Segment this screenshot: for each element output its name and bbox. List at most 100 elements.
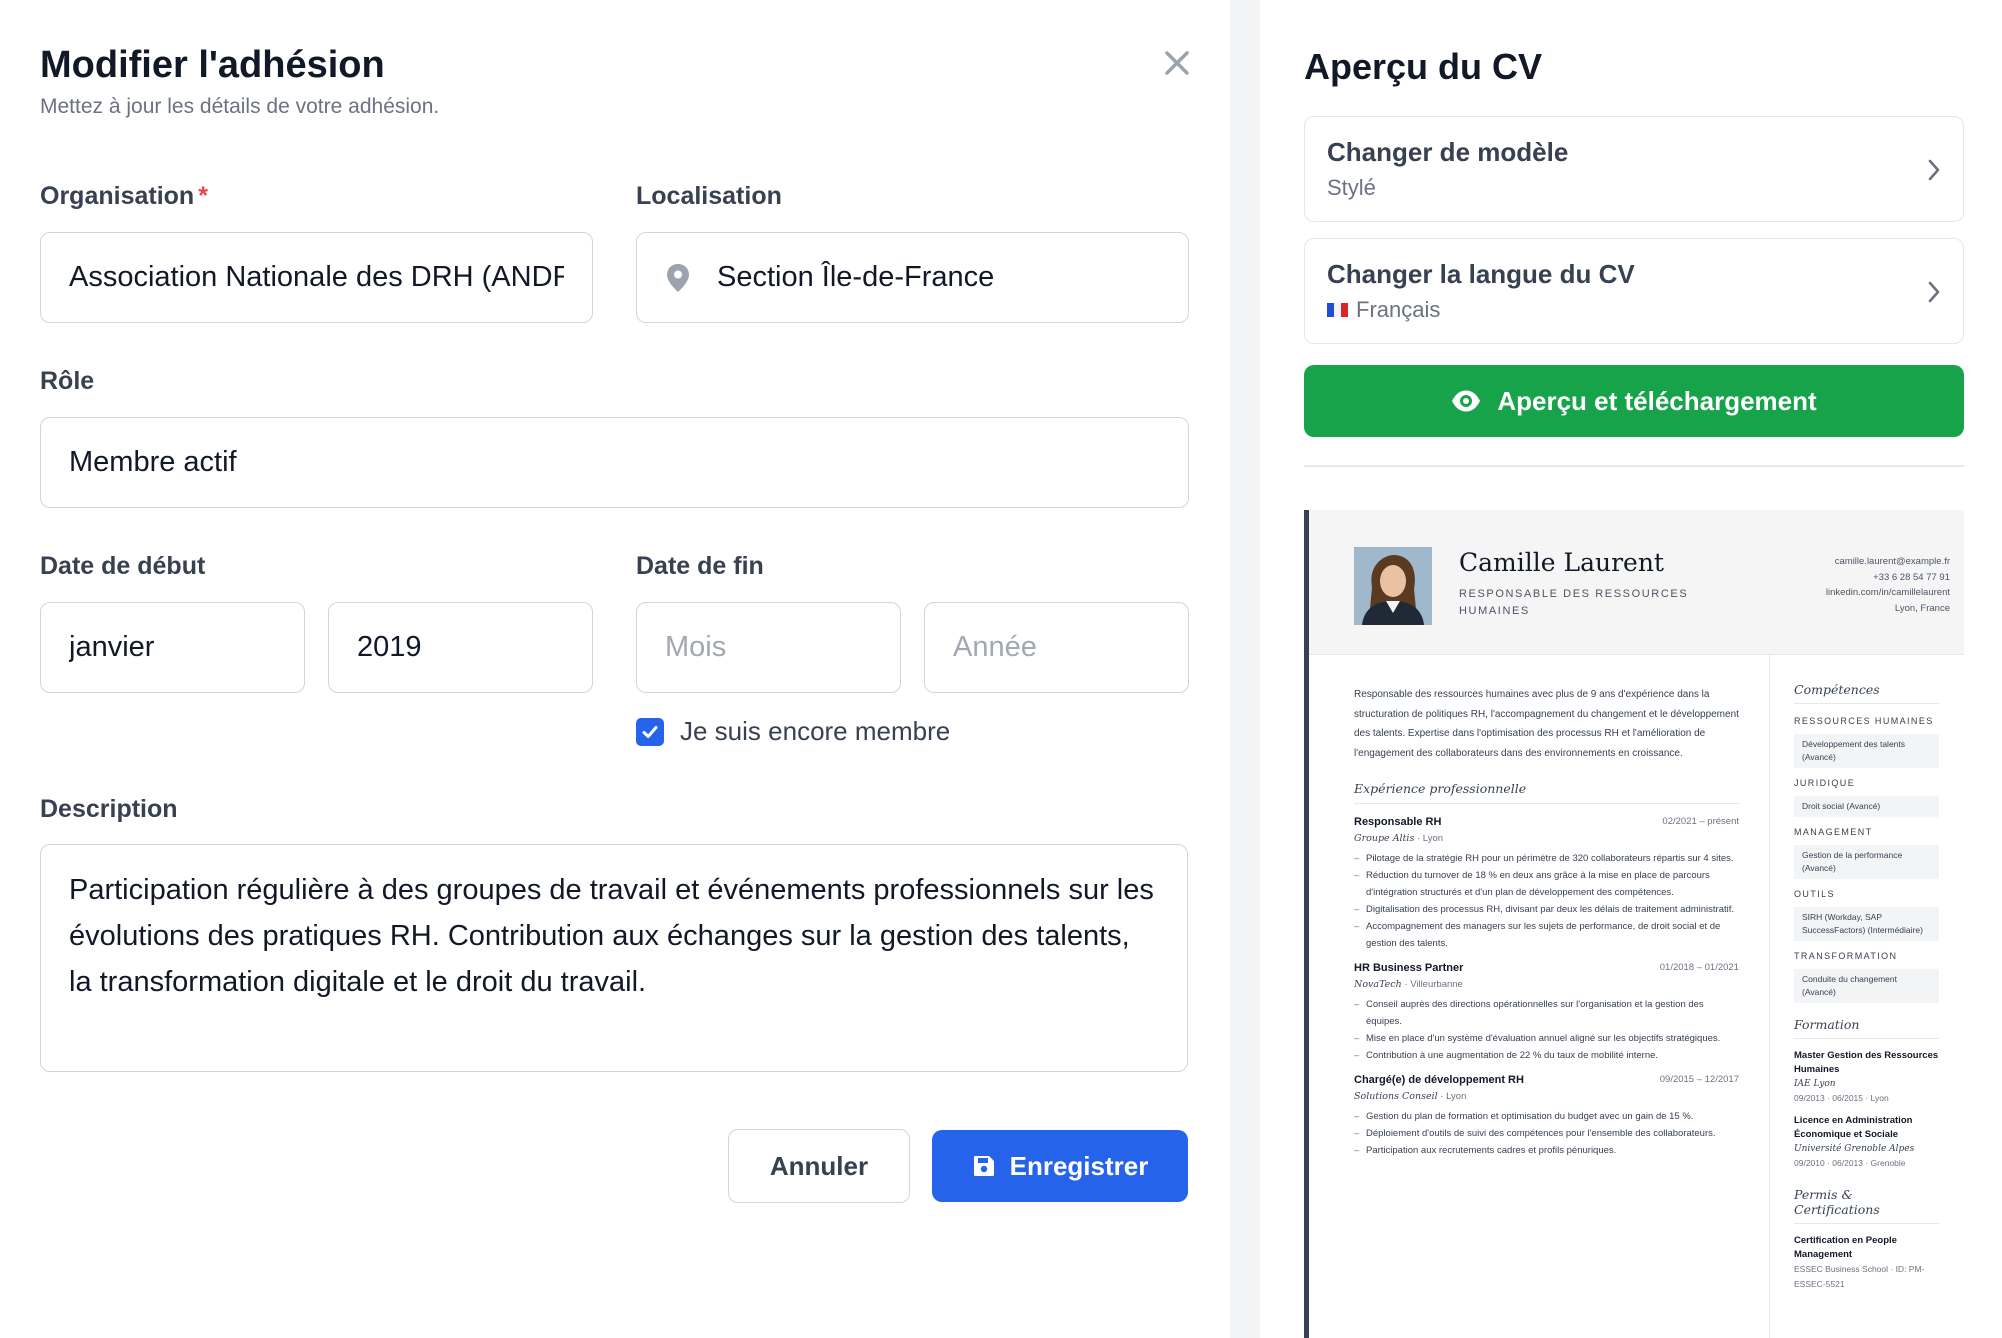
still-member-label: Je suis encore membre — [680, 716, 951, 746]
cv-company-city: Lyon — [1446, 1091, 1467, 1102]
save-button[interactable]: Enregistrer — [932, 1130, 1188, 1202]
cv-skill-category: OUTILS — [1794, 889, 1835, 899]
cv-location: Lyon, France — [1894, 602, 1950, 614]
edit-membership-form: Modifier l'adhésion Mettez à jour les dé… — [0, 0, 1230, 1338]
cv-job-title: RESPONSABLE DES RESSOURCES HUMAINES — [1459, 588, 1689, 617]
cv-jobs-list: Responsable RH 02/2021 – présent Groupe Al… — [1354, 816, 1739, 1159]
cv-job-role: Chargé(e) de développement RH — [1354, 1074, 1524, 1086]
location-input[interactable]: Section Île-de-France — [636, 232, 1189, 323]
role-label: Rôle — [40, 367, 95, 395]
cv-education-dates: 09/2010 · 06/2013 · Grenoble — [1794, 1158, 1906, 1168]
cv-job-dates: 02/2021 – présent — [1662, 816, 1739, 827]
cv-bullet: Contribution à une augmentation de 22 % … — [1354, 1047, 1739, 1064]
cv-sidebar: Compétences RESSOURCES HUMAINES Développe… — [1794, 682, 1939, 1292]
checkmark-icon — [642, 725, 658, 738]
cancel-button[interactable]: Annuler — [728, 1129, 910, 1203]
still-member-checkbox[interactable] — [636, 717, 664, 746]
cv-skill-chip: Développement des talents (Avancé) — [1794, 734, 1939, 768]
chevron-right-icon — [1928, 281, 1940, 303]
chevron-right-icon — [1928, 159, 1940, 181]
cv-bullet: Gestion du plan de formation et optimisa… — [1354, 1108, 1739, 1125]
end-month-select[interactable]: Mois — [636, 602, 901, 693]
cv-cert-detail: ESSEC Business School · ID: PM-ESSEC-552… — [1794, 1264, 1925, 1289]
start-date-label: Date de début — [40, 552, 206, 580]
cv-job-role: HR Business Partner — [1354, 962, 1464, 974]
still-member-checkbox-row[interactable]: Je suis encore membre — [636, 716, 950, 747]
cv-contact: camille.laurent@example.fr +33 6 28 54 7… — [1826, 554, 1950, 616]
cv-phone: +33 6 28 54 77 91 — [1873, 571, 1950, 583]
cv-job-header: Responsable RH 02/2021 – présent — [1354, 816, 1739, 828]
cv-bullet: Pilotage de la stratégie RH pour un péri… — [1354, 850, 1739, 867]
preview-divider — [1304, 465, 1964, 467]
cv-job-dates: 09/2015 – 12/2017 — [1659, 1074, 1739, 1085]
cv-experience-title: Expérience professionnelle — [1354, 781, 1739, 804]
cv-skill-chip: Conduite du changement (Avancé) — [1794, 969, 1939, 1003]
end-year-select[interactable]: Année — [924, 602, 1189, 693]
cv-company-name: Solutions Conseil — [1354, 1091, 1438, 1102]
template-value: Stylé — [1327, 175, 1376, 200]
cv-main-column: Responsable des ressources humaines avec… — [1354, 685, 1739, 1159]
cv-certs-list: Certification en People Management ESSEC … — [1794, 1234, 1939, 1292]
location-label: Localisation — [636, 182, 782, 210]
cv-skills-title: Compétences — [1794, 682, 1939, 704]
preview-download-button[interactable]: Aperçu et téléchargement — [1304, 365, 1964, 437]
cv-skill-category: JURIDIQUE — [1794, 778, 1856, 788]
cv-job-role: Responsable RH — [1354, 816, 1442, 828]
start-month-select[interactable]: janvier — [40, 602, 305, 693]
modal-subtitle: Mettez à jour les détails de votre adhés… — [40, 95, 440, 118]
cv-job-bullets: Conseil auprès des directions opérationn… — [1354, 996, 1739, 1064]
cv-education-list: Master Gestion des Ressources Humaines IA… — [1794, 1049, 1939, 1171]
cv-skill-category: RESSOURCES HUMAINES — [1794, 716, 1934, 726]
change-template-title: Changer de modèle — [1327, 137, 1569, 167]
cv-email: camille.laurent@example.fr — [1834, 556, 1950, 567]
description-textarea[interactable]: Participation régulière à des groupes de… — [40, 844, 1188, 1072]
cv-education-dates: 09/2013 · 06/2015 · Lyon — [1794, 1093, 1889, 1103]
change-language-card[interactable]: Changer la langue du CV Français — [1304, 238, 1964, 344]
cv-preview-panel: Aperçu du CV Changer de modèle Stylé Cha… — [1260, 0, 2002, 1338]
cv-name: Camille Laurent — [1459, 548, 1664, 577]
close-button[interactable] — [1160, 46, 1194, 80]
cv-company-name: NovaTech — [1354, 979, 1402, 990]
profile-photo-icon — [1354, 547, 1432, 625]
cv-company-city: Villeurbanne — [1410, 979, 1463, 990]
cv-education-school: IAE Lyon — [1794, 1079, 1836, 1089]
cv-cert-title: Certification en People Management — [1794, 1235, 1897, 1260]
cv-bullet: Participation aux recrutements cadres et… — [1354, 1142, 1739, 1159]
cv-header: Camille Laurent RESPONSABLE DES RESSOURC… — [1309, 510, 1964, 655]
save-icon — [973, 1156, 994, 1176]
cv-skills-list: RESSOURCES HUMAINES Développement des tal… — [1794, 714, 1939, 1003]
cv-job-header: HR Business Partner 01/2018 – 01/2021 — [1354, 962, 1739, 974]
role-input[interactable]: Membre actif — [40, 417, 1189, 508]
cv-education-degree: Master Gestion des Ressources Humaines — [1794, 1050, 1939, 1075]
cv-job-bullets: Gestion du plan de formation et optimisa… — [1354, 1108, 1739, 1159]
cv-job-bullets: Pilotage de la stratégie RH pour un péri… — [1354, 850, 1739, 952]
cv-education-school: Université Grenoble Alpes — [1794, 1144, 1915, 1154]
organisation-input[interactable]: Association Nationale des DRH (ANDRH) — [40, 232, 593, 323]
cv-summary: Responsable des ressources humaines avec… — [1354, 689, 1739, 759]
french-flag-icon — [1327, 303, 1348, 317]
cv-bullet: Réduction du turnover de 18 % en deux an… — [1354, 867, 1739, 901]
cv-bullet: Déploiement d'outils de suivi des compét… — [1354, 1125, 1739, 1142]
change-template-card[interactable]: Changer de modèle Stylé — [1304, 116, 1964, 222]
cv-skill-category: TRANSFORMATION — [1794, 951, 1898, 961]
change-language-title: Changer la langue du CV — [1327, 259, 1635, 289]
cv-bullet: Mise en place d'un système d'évaluation … — [1354, 1030, 1739, 1047]
required-mark: * — [198, 182, 208, 210]
close-icon — [1165, 51, 1189, 75]
eye-icon — [1452, 390, 1481, 412]
cv-bullet: Conseil auprès des directions opérationn… — [1354, 996, 1739, 1030]
cv-skill-chip: SIRH (Workday, SAP SuccessFactors) (Inte… — [1794, 907, 1939, 941]
start-year-select[interactable]: 2019 — [328, 602, 593, 693]
cv-document[interactable]: Camille Laurent RESPONSABLE DES RESSOURC… — [1304, 510, 1964, 1338]
cv-job-header: Chargé(e) de développement RH 09/2015 – 1… — [1354, 1074, 1739, 1086]
organisation-label: Organisation * — [40, 182, 208, 210]
cv-bullet: Accompagnement des managers sur les suje… — [1354, 918, 1739, 952]
cv-skill-chip: Droit social (Avancé) — [1794, 796, 1939, 817]
cv-company-city: Lyon — [1422, 833, 1444, 844]
cv-job-company: NovaTech · Villeurbanne — [1354, 979, 1463, 990]
cv-job-company: Groupe Altis · Lyon — [1354, 833, 1444, 844]
cv-skill-chip: Gestion de la performance (Avancé) — [1794, 845, 1939, 879]
panel-gutter — [1230, 0, 1260, 1338]
cv-job-dates: 01/2018 – 01/2021 — [1659, 962, 1739, 973]
cv-education-degree: Licence en Administration Économique et … — [1794, 1115, 1913, 1140]
